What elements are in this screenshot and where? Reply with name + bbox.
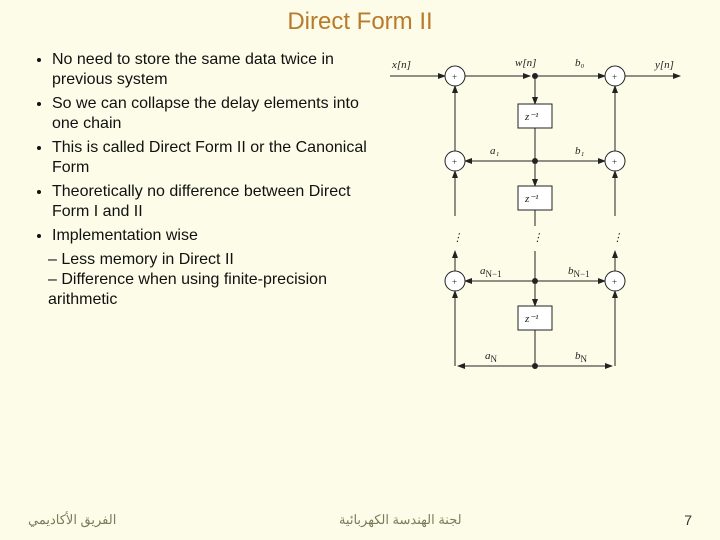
footer: الفريق الأكاديمي لجنة الهندسة الكهربائية… <box>0 512 720 528</box>
slide-title: Direct Form II <box>0 0 720 36</box>
block-diagram: .ln{stroke:#222;stroke-width:1;fill:none… <box>380 46 690 406</box>
svg-text:+: + <box>612 157 617 167</box>
footer-left: الفريق الأكاديمي <box>28 512 116 528</box>
svg-text:+: + <box>452 277 457 287</box>
sub-list: Less memory in Direct II Difference when… <box>30 250 370 310</box>
svg-text:+: + <box>612 72 617 82</box>
footer-center: لجنة الهندسة الكهربائية <box>339 512 462 528</box>
svg-text:+: + <box>612 277 617 287</box>
bullet-item: Implementation wise <box>52 226 370 246</box>
content-row: No need to store the same data twice in … <box>0 36 720 406</box>
svg-text:z⁻¹: z⁻¹ <box>524 313 538 325</box>
label-b0: b₀ <box>575 57 585 69</box>
label-aN: aN <box>485 350 498 364</box>
bullet-item: This is called Direct Form II or the Can… <box>52 138 370 178</box>
diagram-column: .ln{stroke:#222;stroke-width:1;fill:none… <box>380 46 690 406</box>
node-icon <box>532 73 538 79</box>
sub-item: Difference when using finite-precision a… <box>48 270 370 310</box>
svg-text:+: + <box>452 157 457 167</box>
label-a1: a₁ <box>490 145 500 157</box>
label-aNm1: aN−1 <box>480 265 502 279</box>
label-bNm1: bN−1 <box>568 265 590 279</box>
plus-label: + <box>452 72 457 82</box>
bullet-list: No need to store the same data twice in … <box>30 50 370 246</box>
svg-text:z⁻¹: z⁻¹ <box>524 111 538 123</box>
svg-text:⋮: ⋮ <box>612 232 623 244</box>
label-bN: bN <box>575 350 588 364</box>
label-b1: b₁ <box>575 145 585 157</box>
page-number: 7 <box>684 512 692 528</box>
label-xn: x[n] <box>391 59 411 71</box>
ellipsis-icon: ⋮ <box>452 232 463 244</box>
bullet-item: So we can collapse the delay elements in… <box>52 94 370 134</box>
sub-item: Less memory in Direct II <box>48 250 370 270</box>
text-column: No need to store the same data twice in … <box>30 46 370 406</box>
label-wn: w[n] <box>515 57 536 69</box>
bullet-item: Theoretically no difference between Dire… <box>52 182 370 222</box>
label-yn: y[n] <box>654 59 674 71</box>
svg-text:⋮: ⋮ <box>532 232 543 244</box>
svg-text:z⁻¹: z⁻¹ <box>524 193 538 205</box>
bullet-item: No need to store the same data twice in … <box>52 50 370 90</box>
